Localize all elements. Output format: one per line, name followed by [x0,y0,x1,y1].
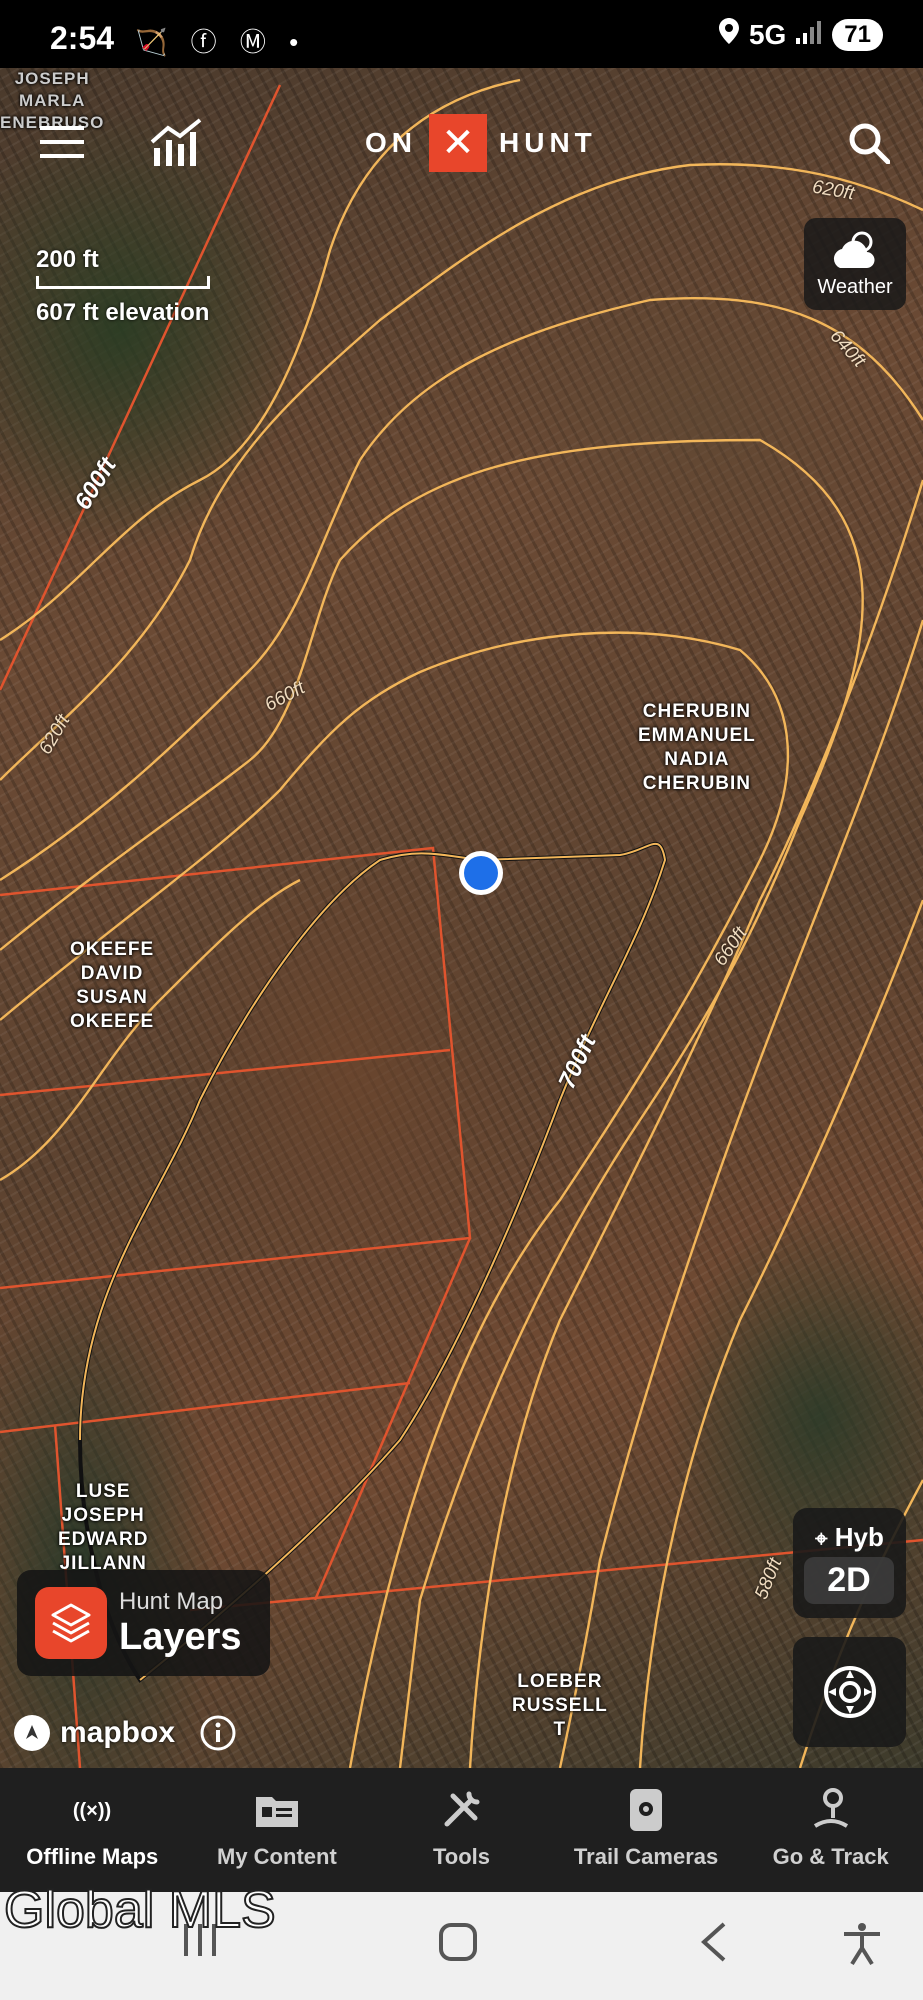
nav-my-content[interactable]: My Content [185,1768,370,1892]
onx-hunt-logo: ON ✕ HUNT [365,114,597,172]
layers-main-label: Layers [119,1615,242,1658]
nav-go-track[interactable]: Go & Track [738,1768,923,1892]
status-right: 5G 71 [718,18,883,51]
notification-icons: 🏹 ⓕ Ⓜ • [135,22,306,59]
track-pin-icon [811,1786,851,1834]
signal-icon [796,19,822,51]
map-scale: 200 ft 607 ft elevation [36,246,210,327]
map-mode-toggle[interactable]: ⌖ Hyb 2D [793,1508,906,1618]
crosshair-icon: ⌖ [815,1526,828,1551]
nav-offline-maps[interactable]: ((×)) Offline Maps [0,1768,185,1892]
hamburger-icon [40,126,84,158]
mapbox-attribution: mapbox [12,1713,237,1753]
home-icon [439,1923,477,1961]
tools-icon [439,1786,483,1834]
nav-trail-cameras[interactable]: Trail Cameras [554,1768,739,1892]
basemap-mode[interactable]: ⌖ Hyb [793,1522,906,1553]
analytics-button[interactable] [150,118,204,171]
back-icon [701,1922,726,1962]
battery-indicator: 71 [832,18,883,51]
dimension-toggle[interactable]: 2D [804,1557,894,1604]
status-bar: 2:54 🏹 ⓕ Ⓜ • 5G 71 [0,0,923,68]
property-line [313,1237,472,1601]
weather-icon [833,231,875,269]
compass-icon [823,1666,876,1718]
offline-broadcast-icon: ((×)) [68,1786,116,1834]
status-time: 2:54 [50,20,115,56]
search-icon [849,123,891,165]
info-icon[interactable] [199,1714,237,1752]
layers-button[interactable]: Hunt Map Layers [17,1570,270,1676]
scale-distance: 200 ft [36,246,99,273]
accessibility-icon [844,1923,880,1966]
facebook-icon: ⓕ [190,27,225,57]
home-button[interactable] [438,1922,478,1972]
property-line [0,846,472,1290]
mapbox-text: mapbox [60,1716,176,1749]
watermark: Global MLS [3,1880,277,1940]
property-line [0,1381,411,1434]
chart-icon [150,118,202,166]
nav-tools[interactable]: Tools [369,1768,554,1892]
folder-icon [254,1786,300,1834]
layers-icon [35,1587,107,1659]
property-line [0,84,282,691]
svg-text:((×)): ((×)) [73,1800,111,1822]
location-icon [718,18,739,51]
contour-700 [79,842,667,1681]
network-type: 5G [748,18,787,50]
dot-icon: • [289,27,307,57]
bottom-nav: ((×)) Offline Maps My Content Tools Trai… [0,1768,923,1892]
mapbox-logo-icon [14,1715,50,1751]
scale-bar [36,276,210,289]
weather-label: Weather [817,276,893,298]
contour-700-outline [77,841,668,1683]
search-button[interactable] [848,122,891,169]
owner-label[interactable]: OKEEFE DAVID SUSAN OKEEFE [70,938,154,1034]
current-location-dot [464,856,498,890]
camera-icon [628,1786,664,1834]
menu-button[interactable] [40,126,84,163]
owner-label[interactable]: LUSE JOSEPH EDWARD JILLANN [58,1480,148,1576]
logo-text-right: HUNT [499,127,597,158]
layers-sub-label: Hunt Map [119,1587,224,1615]
gmail-icon: Ⓜ [239,27,274,57]
elevation-readout: 607 ft elevation [36,299,210,326]
recenter-button[interactable] [793,1637,906,1747]
logo-text-left: ON [365,127,417,158]
logo-mark: ✕ [429,114,487,172]
accessibility-button[interactable] [842,1922,882,1976]
owner-label[interactable]: CHERUBIN EMMANUEL NADIA CHERUBIN [638,700,756,796]
hunting-icon: 🏹 [135,27,176,57]
back-button[interactable] [700,1922,728,1972]
owner-label[interactable]: JOSEPH MARLA ENEBRUSO [0,68,104,134]
weather-button[interactable]: Weather [804,218,906,310]
owner-label[interactable]: LOEBER RUSSELL T [512,1670,608,1742]
